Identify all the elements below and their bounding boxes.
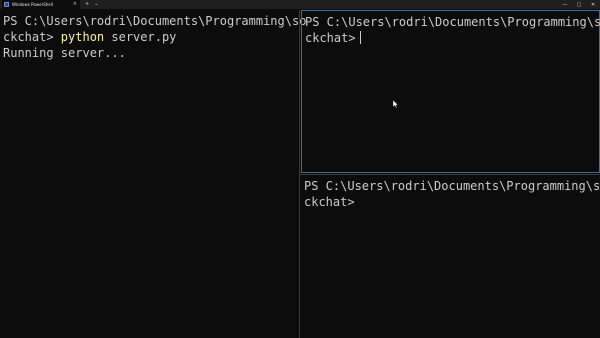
close-button[interactable]: ✕ xyxy=(586,0,600,9)
prompt-line: PS C:\Users\rodri\Documents\Programming\… xyxy=(3,14,307,28)
prompt-line-cont: ckchat> xyxy=(305,30,596,46)
powershell-icon xyxy=(4,2,9,7)
command-args: server.py xyxy=(104,30,177,44)
output-line: Running server... xyxy=(3,46,126,60)
terminal-pane-right-bottom[interactable]: PS C:\Users\rodri\Documents\Programming\… xyxy=(301,175,600,338)
text-cursor xyxy=(359,31,361,44)
prompt-line: PS C:\Users\rodri\Documents\Programming\… xyxy=(304,179,600,193)
command-line: ckchat> python server.py xyxy=(3,29,296,45)
tab-windows-powershell[interactable]: Windows PowerShell × xyxy=(2,0,80,9)
tab-close-icon[interactable]: × xyxy=(73,0,77,9)
tab-dropdown-icon[interactable]: ⌄ xyxy=(94,0,98,9)
prompt-text: ckchat> xyxy=(305,31,356,45)
mouse-pointer-icon xyxy=(393,100,399,109)
maximize-button[interactable]: ▢ xyxy=(572,0,586,9)
terminal-pane-left[interactable]: PS C:\Users\rodri\Documents\Programming\… xyxy=(0,10,307,338)
terminal-pane-right-top[interactable]: PS C:\Users\rodri\Documents\Programming\… xyxy=(301,10,600,173)
add-tab-button[interactable]: + xyxy=(85,0,89,9)
prompt-line-cont: ckchat> xyxy=(304,195,355,209)
prompt-line: PS C:\Users\rodri\Documents\Programming\… xyxy=(305,15,600,29)
window-controls: — ▢ ✕ xyxy=(558,0,600,9)
minimize-button[interactable]: — xyxy=(558,0,572,9)
title-bar: Windows PowerShell × + ⌄ — ▢ ✕ xyxy=(0,0,600,9)
command-keyword: python xyxy=(60,30,105,44)
terminal-window: Windows PowerShell × + ⌄ — ▢ ✕ PS C:\Use… xyxy=(0,0,600,338)
tab-title: Windows PowerShell xyxy=(12,2,53,7)
prompt-text: ckchat> xyxy=(3,30,61,44)
